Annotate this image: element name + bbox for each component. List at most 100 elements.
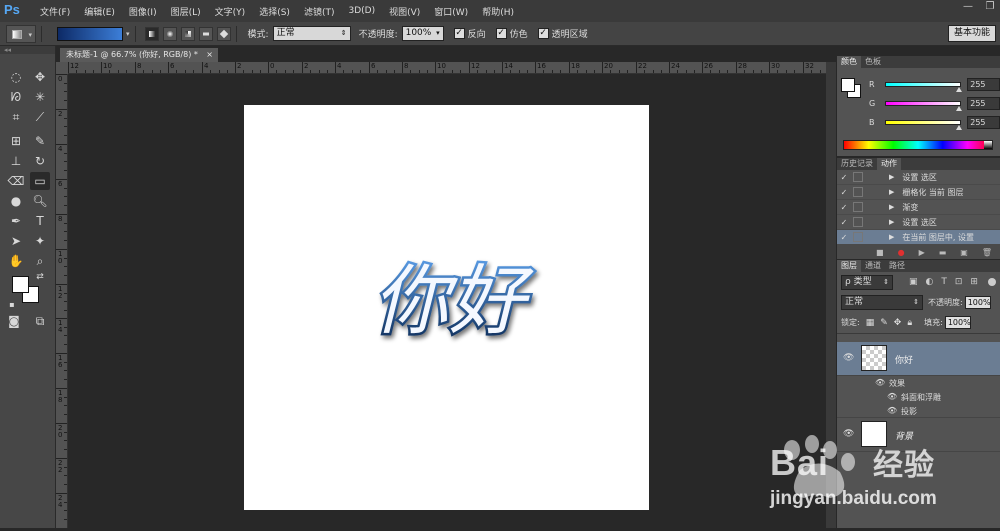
menu-image[interactable]: 图像(I) bbox=[129, 5, 157, 18]
swap-colors-icon[interactable]: ⇄ bbox=[30, 268, 50, 286]
check-icon[interactable]: ✓ bbox=[837, 173, 851, 182]
magic-wand-tool-icon[interactable]: ✳ bbox=[30, 88, 50, 106]
brush-tool-icon[interactable]: ✎ bbox=[30, 132, 50, 150]
linear-gradient-button[interactable] bbox=[144, 26, 159, 41]
eye-icon[interactable]: 👁︎ bbox=[843, 429, 854, 439]
eraser-tool-icon[interactable]: ⌫ bbox=[6, 172, 26, 190]
minimize-button[interactable]: — bbox=[962, 2, 974, 12]
effects-group-row[interactable]: 👁︎ 效果 bbox=[837, 376, 1000, 390]
lock-all-icon[interactable]: 🔒︎ bbox=[907, 318, 912, 328]
menu-select[interactable]: 选择(S) bbox=[259, 5, 290, 18]
tool-preset-picker[interactable]: ▾ bbox=[6, 24, 36, 43]
record-icon[interactable]: ● bbox=[898, 248, 905, 257]
slider-knob-icon[interactable] bbox=[956, 124, 963, 130]
transparency-checkbox[interactable]: ✓ 透明区域 bbox=[537, 27, 588, 40]
blue-slider[interactable] bbox=[884, 119, 963, 130]
lasso-tool-icon[interactable]: ᘗ bbox=[6, 88, 26, 106]
menu-type[interactable]: 文字(Y) bbox=[215, 5, 246, 18]
menu-3d[interactable]: 3D(D) bbox=[348, 6, 375, 16]
play-icon[interactable]: ▶ bbox=[919, 248, 925, 257]
healing-brush-tool-icon[interactable]: ⊞ bbox=[6, 132, 26, 150]
slider-knob-icon[interactable] bbox=[956, 86, 963, 92]
angle-gradient-button[interactable] bbox=[180, 26, 195, 41]
layer-opacity-input[interactable]: 100% bbox=[964, 295, 991, 309]
toolbox-grip[interactable]: ◂◂ bbox=[0, 46, 55, 54]
layer-filter-select[interactable]: ρ 类型 ⇕ bbox=[841, 274, 893, 290]
vertical-ruler[interactable]: 024681 01 21 41 61 82 02 22 4 bbox=[56, 74, 68, 528]
type-filter-icon[interactable]: T bbox=[941, 277, 947, 287]
action-item-selected[interactable]: ✓ ▶ 在当前 图层中, 设置 bbox=[837, 230, 1000, 245]
lock-pixels-icon[interactable]: ✎ bbox=[880, 318, 888, 328]
tab-color[interactable]: 颜色 bbox=[837, 56, 861, 68]
eyedropper-tool-icon[interactable]: ⟋ bbox=[30, 108, 50, 126]
slider-knob-icon[interactable] bbox=[956, 105, 963, 111]
dialog-toggle[interactable] bbox=[853, 217, 863, 227]
action-item[interactable]: ✓ ▶ 栅格化 当前 图层 bbox=[837, 185, 1000, 200]
eye-icon[interactable]: 👁︎ bbox=[887, 392, 897, 401]
ruler-origin[interactable] bbox=[56, 62, 68, 74]
tab-history[interactable]: 历史记录 bbox=[837, 158, 877, 170]
check-icon[interactable]: ✓ bbox=[837, 203, 851, 212]
effect-row-bevel[interactable]: 👁︎ 斜面和浮雕 bbox=[837, 390, 1000, 404]
layer-fill-input[interactable]: 100% bbox=[944, 316, 971, 329]
move-tool-icon[interactable]: ✥ bbox=[30, 68, 50, 86]
action-item[interactable]: ✓ ▶ 设置 选区 bbox=[837, 170, 1000, 185]
dodge-tool-icon[interactable]: 🔍︎ bbox=[30, 192, 50, 210]
screen-mode-icon[interactable]: ⧉ bbox=[30, 312, 50, 330]
red-value-input[interactable]: 255 bbox=[967, 77, 1000, 91]
tab-channels[interactable]: 通道 bbox=[861, 260, 885, 272]
tab-swatches[interactable]: 色板 bbox=[861, 56, 885, 68]
check-icon[interactable]: ✓ bbox=[837, 218, 851, 227]
shape-tool-icon[interactable]: ✦ bbox=[30, 232, 50, 250]
canvas-area[interactable]: 你好 bbox=[68, 74, 836, 528]
action-item[interactable]: ✓ ▶ 渐变 bbox=[837, 200, 1000, 215]
expand-triangle-icon[interactable]: ▶ bbox=[889, 233, 894, 241]
menu-help[interactable]: 帮助(H) bbox=[482, 5, 514, 18]
smart-object-filter-icon[interactable]: ⊞ bbox=[970, 277, 978, 287]
pen-tool-icon[interactable]: ✒ bbox=[6, 212, 26, 230]
radial-gradient-button[interactable] bbox=[162, 26, 177, 41]
menu-edit[interactable]: 编辑(E) bbox=[84, 5, 115, 18]
menu-view[interactable]: 视图(V) bbox=[389, 5, 420, 18]
action-item[interactable]: ✓ ▶ 设置 选区 bbox=[837, 215, 1000, 230]
foreground-color-swatch[interactable] bbox=[12, 276, 29, 293]
red-slider[interactable] bbox=[884, 81, 963, 92]
diamond-gradient-button[interactable] bbox=[216, 26, 231, 41]
eye-icon[interactable]: 👁︎ bbox=[887, 406, 897, 415]
green-value-input[interactable]: 255 bbox=[967, 96, 1000, 110]
dither-checkbox[interactable]: ✓ 仿色 bbox=[495, 27, 528, 40]
tab-paths[interactable]: 路径 bbox=[885, 260, 909, 272]
history-brush-tool-icon[interactable]: ↻ bbox=[30, 152, 50, 170]
document-tab[interactable]: 未标题-1 @ 66.7% (你好, RGB/8) * × bbox=[60, 48, 218, 62]
blur-tool-icon[interactable]: ● bbox=[6, 192, 26, 210]
tab-actions[interactable]: 动作 bbox=[877, 158, 901, 170]
hand-tool-icon[interactable]: ✋ bbox=[6, 252, 26, 270]
lock-position-icon[interactable]: ✥ bbox=[894, 318, 902, 328]
opacity-input[interactable]: 100% ▾ bbox=[401, 26, 444, 41]
expand-triangle-icon[interactable]: ▶ bbox=[889, 203, 894, 211]
vertical-scrollbar[interactable] bbox=[826, 62, 836, 528]
new-set-icon[interactable]: ▬ bbox=[939, 248, 947, 257]
menu-file[interactable]: 文件(F) bbox=[40, 5, 70, 18]
check-icon[interactable]: ✓ bbox=[837, 188, 851, 197]
blue-value-input[interactable]: 255 bbox=[967, 115, 1000, 129]
mode-select[interactable]: 正常 ⇕ bbox=[272, 26, 351, 41]
crop-tool-icon[interactable]: ⌗ bbox=[6, 108, 26, 126]
quick-mask-icon[interactable]: ◙ bbox=[4, 312, 24, 330]
eye-icon[interactable]: 👁︎ bbox=[875, 378, 885, 387]
layer-row-text[interactable]: 👁︎ 你好 bbox=[837, 342, 1000, 376]
expand-triangle-icon[interactable]: ▶ bbox=[889, 188, 894, 196]
reverse-checkbox[interactable]: ✓ 反向 bbox=[453, 27, 486, 40]
gradient-editor-swatch[interactable] bbox=[57, 26, 123, 41]
eye-icon[interactable]: 👁︎ bbox=[843, 353, 854, 363]
chevron-down-icon[interactable]: ▾ bbox=[126, 30, 130, 38]
tab-layers[interactable]: 图层 bbox=[837, 260, 861, 272]
adjustment-filter-icon[interactable]: ◐ bbox=[926, 277, 934, 287]
reflected-gradient-button[interactable] bbox=[198, 26, 213, 41]
filter-toggle-icon[interactable] bbox=[987, 278, 996, 286]
effect-row-shadow[interactable]: 👁︎ 投影 bbox=[837, 404, 1000, 418]
dialog-toggle[interactable] bbox=[853, 172, 863, 182]
menu-filter[interactable]: 滤镜(T) bbox=[304, 5, 335, 18]
blend-mode-select[interactable]: 正常 ⇕ bbox=[841, 294, 923, 310]
stop-icon[interactable]: ■ bbox=[876, 248, 884, 257]
